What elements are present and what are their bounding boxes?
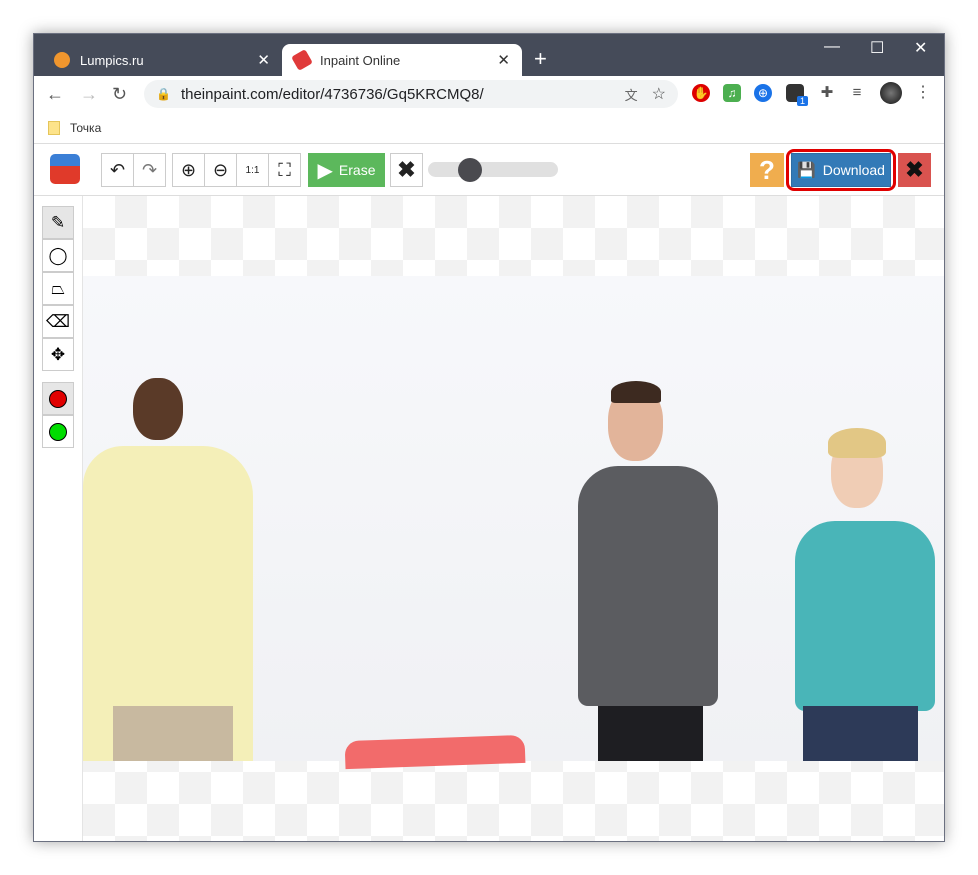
folder-icon xyxy=(48,120,60,135)
download-button[interactable]: 💾 Download xyxy=(791,153,891,187)
tab-inpaint[interactable]: Inpaint Online ✕ xyxy=(282,44,522,76)
editor-toolbar: ↶ ↷ ⊕ ⊖ 1:1 ⛶ ▶ Erase ✖ ? 💾 Download ✖ xyxy=(34,144,944,196)
inpaint-logo xyxy=(50,154,80,184)
puzzle-extensions-icon[interactable]: ✚ xyxy=(818,84,836,102)
url-text: theinpaint.com/editor/4736736/Gq5KRCMQ8/ xyxy=(180,85,484,103)
address-bar-row: ← → ↻ 🔒 theinpaint.com/editor/4736736/Gq… xyxy=(34,76,944,112)
edited-photo xyxy=(83,276,944,770)
tool-sidebar: ✎ ◯ ⏢ ⌫ ✥ xyxy=(34,196,83,841)
maximize-button[interactable]: ☐ xyxy=(870,38,884,58)
redo-button[interactable]: ↷ xyxy=(133,153,166,187)
new-tab-button[interactable]: + xyxy=(534,46,547,72)
download-label: Download xyxy=(822,162,885,178)
move-tool-icon[interactable]: ✥ xyxy=(42,338,74,371)
extension-badge: 1 xyxy=(797,96,809,106)
vpn-globe-icon[interactable]: ⊕ xyxy=(754,84,772,102)
eraser-tool-icon[interactable]: ⌫ xyxy=(42,305,74,338)
browser-window: Lumpics.ru ✕ Inpaint Online ✕ + — ☐ ✕ ← … xyxy=(33,33,945,842)
bookmarks-bar: Точка xyxy=(34,112,944,144)
back-icon[interactable]: ← xyxy=(46,84,64,105)
zoom-actual-size-button[interactable]: 1:1 xyxy=(236,153,269,187)
zoom-fit-button[interactable]: ⛶ xyxy=(268,153,301,187)
close-editor-button[interactable]: ✖ xyxy=(898,153,931,187)
bookmark-tochka[interactable]: Точка xyxy=(70,121,101,135)
close-window-button[interactable]: ✕ xyxy=(914,38,927,58)
floppy-disk-icon: 💾 xyxy=(797,162,816,179)
close-tab-icon[interactable]: ✕ xyxy=(497,51,510,69)
media-control-icon[interactable]: ≡ xyxy=(848,84,866,102)
erase-button[interactable]: ▶ Erase xyxy=(308,153,385,187)
menu-icon[interactable]: ⋮ xyxy=(914,84,932,102)
profile-avatar[interactable] xyxy=(880,82,902,104)
tab-bar: Lumpics.ru ✕ Inpaint Online ✕ + — ☐ ✕ xyxy=(34,34,944,76)
erase-label: Erase xyxy=(338,162,376,178)
undo-button[interactable]: ↶ xyxy=(101,153,134,187)
image-canvas[interactable] xyxy=(83,196,944,841)
green-marker-color[interactable] xyxy=(42,415,74,448)
translate-icon[interactable]: ⽂ xyxy=(625,85,638,104)
lock-icon: 🔒 xyxy=(156,87,171,101)
brush-size-slider[interactable] xyxy=(428,158,558,182)
slider-handle[interactable] xyxy=(458,158,482,182)
minimize-button[interactable]: — xyxy=(824,38,840,56)
url-bar[interactable]: 🔒 theinpaint.com/editor/4736736/Gq5KRCMQ… xyxy=(144,80,678,108)
zoom-in-button[interactable]: ⊕ xyxy=(172,153,205,187)
red-mask-stroke xyxy=(344,734,526,770)
tab-lumpics[interactable]: Lumpics.ru ✕ xyxy=(42,44,282,76)
tab-title: Lumpics.ru xyxy=(80,52,144,68)
clear-selection-button[interactable]: ✖ xyxy=(390,153,423,187)
red-marker-color[interactable] xyxy=(42,382,74,415)
marker-tool-icon[interactable]: ✎ xyxy=(42,206,74,239)
forward-icon[interactable]: → xyxy=(80,84,98,105)
eraser-favicon-icon xyxy=(291,49,313,71)
zoom-out-button[interactable]: ⊖ xyxy=(204,153,237,187)
help-button[interactable]: ? xyxy=(750,153,784,187)
star-icon[interactable]: ☆ xyxy=(652,84,666,104)
polygon-lasso-tool-icon[interactable]: ⏢ xyxy=(42,272,74,305)
reload-icon[interactable]: ↻ xyxy=(112,84,127,105)
tab-title: Inpaint Online xyxy=(320,52,401,68)
music-extension-icon[interactable]: ♫ xyxy=(723,84,741,102)
close-tab-icon[interactable]: ✕ xyxy=(257,51,270,69)
orange-favicon-icon xyxy=(54,52,70,68)
lasso-tool-icon[interactable]: ◯ xyxy=(42,239,74,272)
play-icon: ▶ xyxy=(317,159,333,182)
adblock-icon[interactable]: ✋ xyxy=(692,84,710,102)
